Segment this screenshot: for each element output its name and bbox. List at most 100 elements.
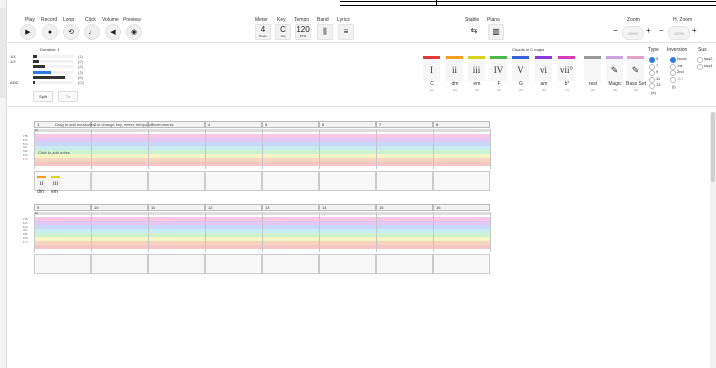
- sus-radio[interactable]: [697, 63, 703, 70]
- duration-track[interactable]: [33, 60, 73, 64]
- chord-name: Bass Set: [625, 81, 646, 87]
- duration-track[interactable]: [33, 55, 73, 58]
- chord-name: am: [540, 81, 548, 87]
- chord-name: b°: [564, 81, 570, 87]
- measure-header[interactable]: 9: [34, 204, 91, 211]
- split-button[interactable]: Split: [33, 91, 53, 102]
- chord-button-c[interactable]: I: [423, 56, 440, 81]
- measure-header[interactable]: 14: [319, 204, 376, 211]
- bar-line: [319, 212, 320, 252]
- chord-slot[interactable]: [262, 171, 319, 191]
- bar-line: [376, 212, 377, 252]
- measure-header[interactable]: 6: [319, 121, 376, 128]
- chord-slot[interactable]: [205, 254, 262, 274]
- chord-slot[interactable]: [376, 171, 433, 191]
- duration-title: Duration: 1: [40, 47, 60, 52]
- piano-button[interactable]: ▥: [488, 24, 504, 40]
- chord-slot[interactable]: [319, 254, 376, 274]
- scrollbar-thumb[interactable]: [711, 112, 715, 182]
- chord-button-f[interactable]: IV: [490, 56, 507, 81]
- chord-button-g[interactable]: V: [512, 56, 529, 81]
- preview-button[interactable]: ◉: [126, 24, 142, 40]
- type-radio[interactable]: [649, 83, 655, 89]
- chord-slot[interactable]: [433, 254, 490, 274]
- type-radio[interactable]: [649, 63, 655, 70]
- measure-chord-em[interactable]: iii: [51, 176, 60, 190]
- chord-slot[interactable]: [34, 254, 91, 274]
- inversion-extra: (i): [672, 84, 676, 89]
- duration-fill: [33, 60, 39, 64]
- type-radio[interactable]: [649, 57, 655, 63]
- chord-slot[interactable]: [319, 171, 376, 191]
- measure-header[interactable]: 4: [205, 121, 262, 128]
- chord-roman: ii: [39, 181, 44, 187]
- meter-button[interactable]: 4 Beats: [255, 24, 271, 40]
- chord-slot[interactable]: [205, 171, 262, 191]
- band-button[interactable]: ⫼: [317, 24, 333, 40]
- inversion-radio[interactable]: [670, 57, 676, 63]
- hzoom-out-button[interactable]: −: [659, 26, 664, 35]
- inversion-radio[interactable]: [670, 70, 676, 76]
- chord-slot[interactable]: [148, 171, 205, 191]
- measure-header[interactable]: 8: [433, 121, 490, 128]
- inversion-radio[interactable]: [670, 76, 676, 83]
- measure-header[interactable]: 13: [262, 204, 319, 211]
- chord-slot[interactable]: [262, 254, 319, 274]
- inversion-radio[interactable]: [670, 63, 676, 70]
- play-button[interactable]: ▶: [20, 24, 36, 40]
- measure-chord-dm[interactable]: ii: [37, 176, 46, 190]
- measure-header[interactable]: 12: [205, 204, 262, 211]
- bar-line: [490, 129, 491, 169]
- chord-button-bassset[interactable]: ✎: [627, 56, 644, 81]
- tempo-button[interactable]: 120 BPM: [295, 24, 311, 40]
- chord-slot[interactable]: [91, 254, 148, 274]
- loop-button[interactable]: ⟲: [63, 24, 79, 40]
- type-radio[interactable]: [649, 76, 655, 83]
- click-to-add-notes[interactable]: Click to add notes: [38, 150, 70, 155]
- chord-slot[interactable]: [148, 254, 205, 274]
- bar-line: [91, 212, 92, 252]
- type-radio[interactable]: [649, 70, 655, 76]
- bar-line: [34, 129, 35, 169]
- meter-label: Meter: [255, 17, 268, 23]
- chord-button-magic[interactable]: ✎: [606, 56, 623, 81]
- measure-header[interactable]: 10: [91, 204, 148, 211]
- chord-name: C: [430, 81, 434, 87]
- measure-header[interactable]: 15: [376, 204, 433, 211]
- chord-button-am[interactable]: vi: [535, 56, 552, 81]
- stable-icon: ⇆: [470, 26, 478, 35]
- chord-button-rest[interactable]: [584, 56, 601, 81]
- measure-header[interactable]: 11: [148, 204, 205, 211]
- zoom-out-button[interactable]: −: [613, 26, 618, 35]
- measure-header[interactable]: 16: [433, 204, 490, 211]
- bar-line: [34, 212, 35, 252]
- measure-number: 4: [208, 122, 211, 127]
- record-button[interactable]: ●: [42, 24, 58, 40]
- chord-slot[interactable]: [91, 171, 148, 191]
- toolbar: Play Record Loop Click Volume Preview ▶ …: [6, 8, 716, 43]
- chord-slot[interactable]: [433, 171, 490, 191]
- tie-button[interactable]: Tie: [58, 91, 78, 102]
- measure-header[interactable]: 7: [376, 121, 433, 128]
- chord-button-b[interactable]: vii°: [558, 56, 575, 81]
- stable-button[interactable]: ⇆: [467, 24, 481, 38]
- click-button[interactable]: ♩: [84, 24, 100, 40]
- chord-button-dm[interactable]: ii: [446, 56, 463, 81]
- duration-track[interactable]: [33, 81, 73, 84]
- chord-name: rest: [588, 81, 598, 87]
- chord-shortcut: (9): [634, 88, 638, 92]
- zoom-in-button[interactable]: +: [646, 26, 651, 35]
- sus-radio[interactable]: [697, 57, 703, 63]
- sus-option-label: sus4: [704, 62, 713, 68]
- type-option-label: 7: [656, 62, 659, 68]
- hzoom-in-button[interactable]: +: [692, 26, 697, 35]
- chord-slot[interactable]: [376, 254, 433, 274]
- volume-button[interactable]: ◀: [105, 24, 121, 40]
- loop-icon: ⟲: [68, 29, 74, 36]
- key-button[interactable]: C Maj: [275, 24, 291, 40]
- type-header: Type: [648, 47, 659, 53]
- measure-header[interactable]: 5: [262, 121, 319, 128]
- chord-button-em[interactable]: iii: [468, 56, 485, 81]
- lyrics-button[interactable]: ≡: [338, 24, 354, 40]
- vertical-scrollbar[interactable]: [710, 112, 716, 368]
